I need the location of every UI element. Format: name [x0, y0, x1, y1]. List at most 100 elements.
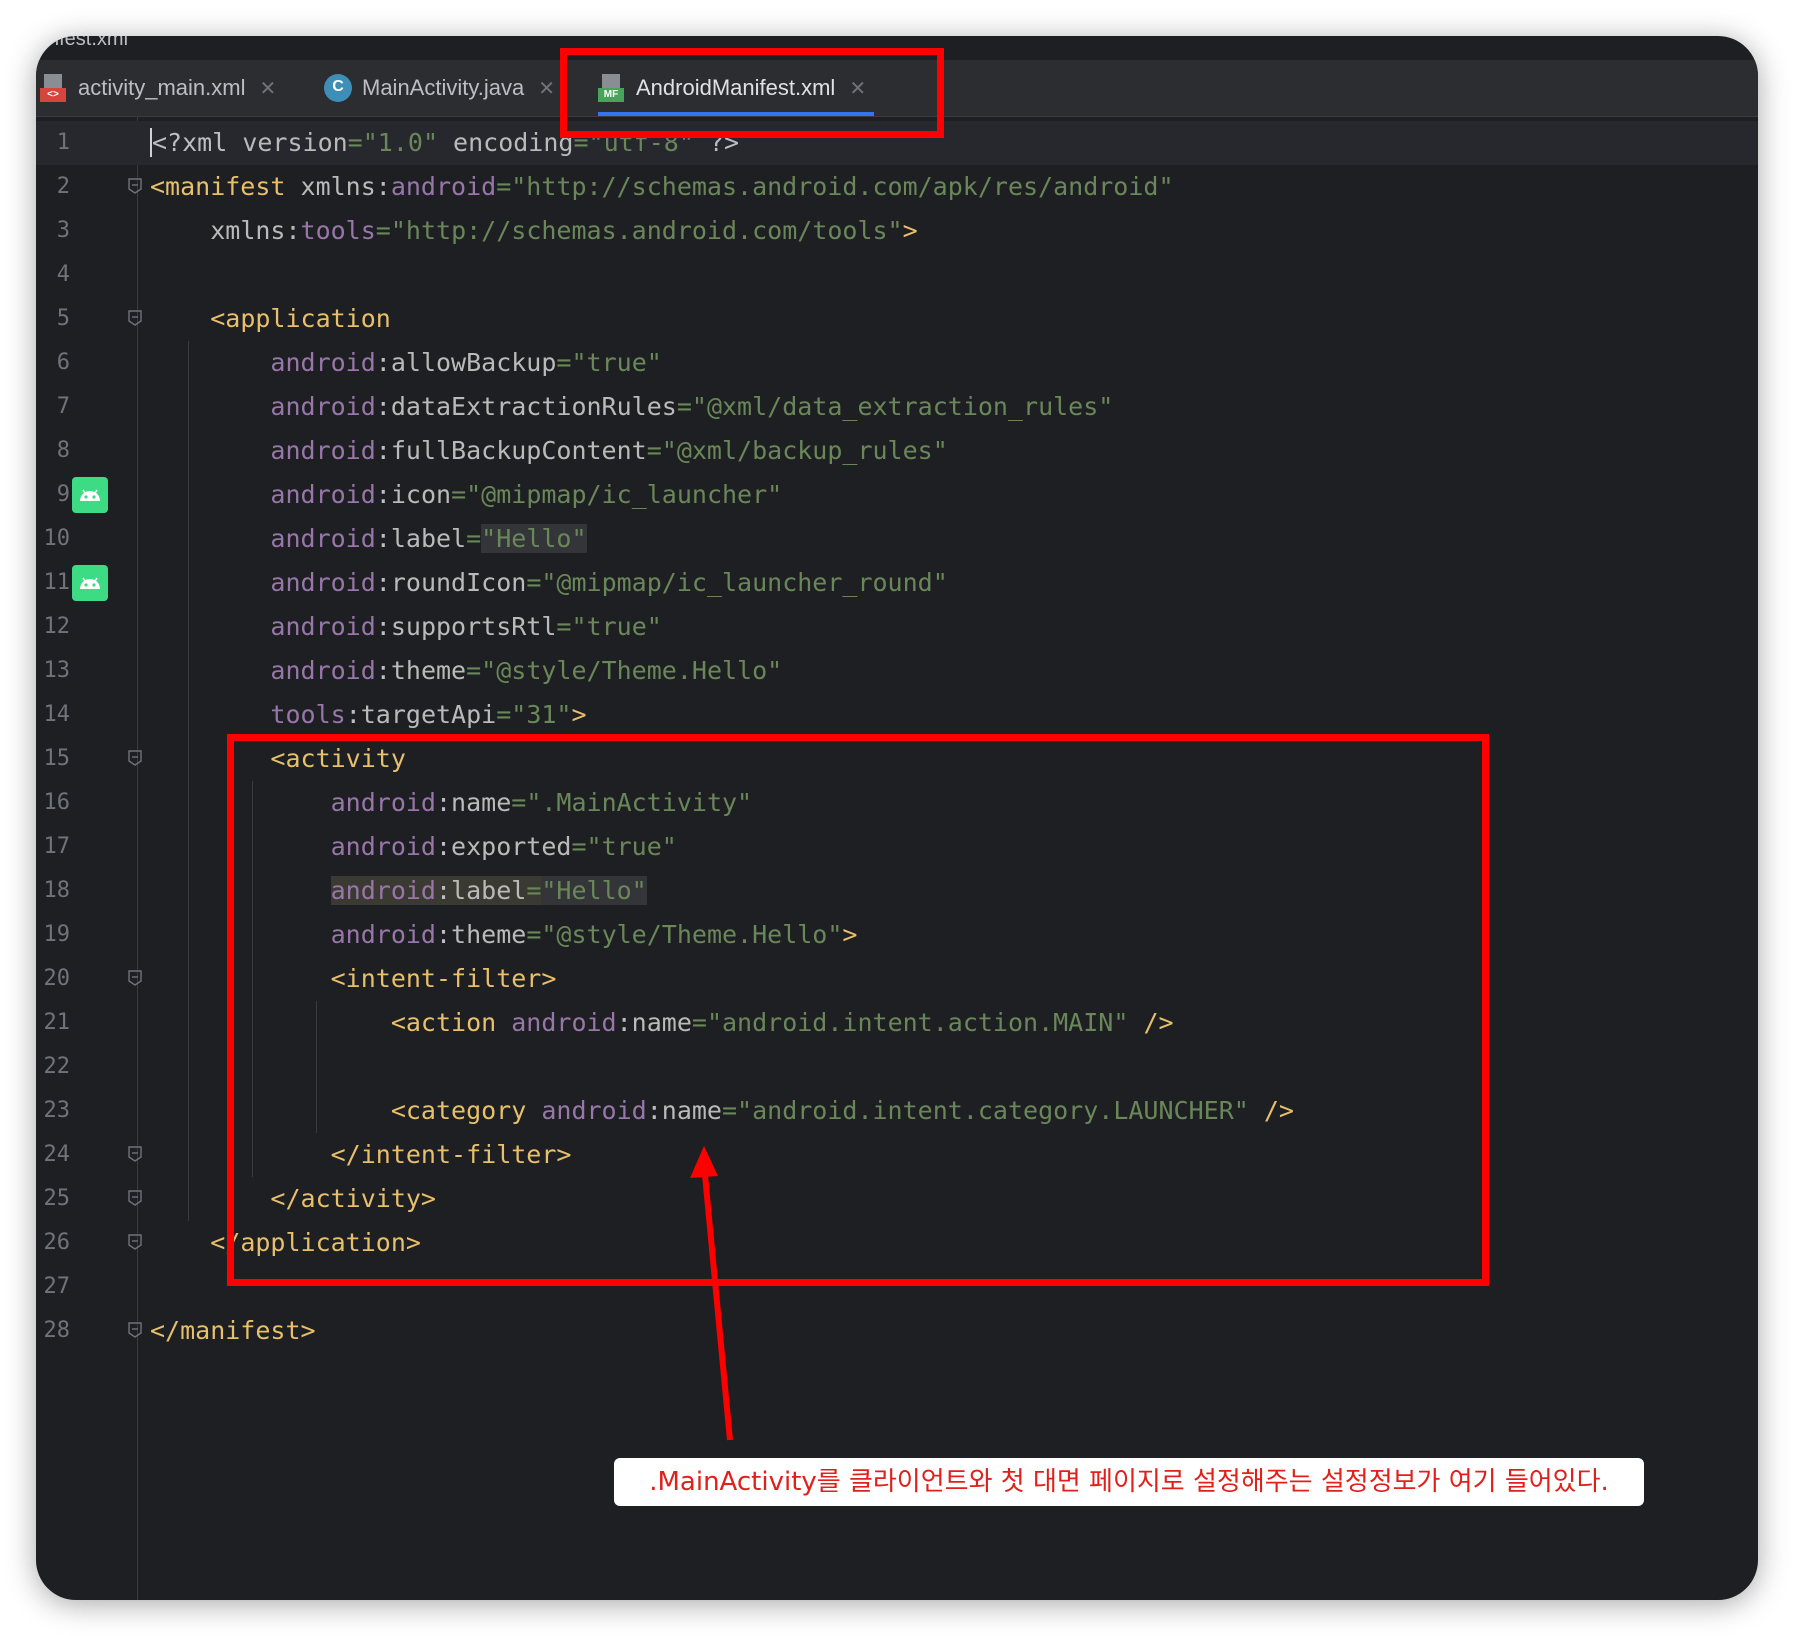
code-line[interactable]: 3 xmlns:tools="http://schemas.android.co…	[36, 209, 1758, 253]
code-line[interactable]: 11 android:roundIcon="@mipmap/ic_launche…	[36, 561, 1758, 605]
code-token: =	[646, 436, 662, 465]
code-token: allowBackup	[390, 348, 557, 377]
code-token: :	[435, 920, 452, 949]
fold-marker-icon[interactable]	[128, 1190, 142, 1206]
code-line[interactable]: 9 android:icon="@mipmap/ic_launcher"	[36, 473, 1758, 517]
code-line[interactable]: 23 <category android:name="android.inten…	[36, 1089, 1758, 1133]
code-token: "utf-8"	[588, 128, 694, 157]
close-icon[interactable]: ✕	[259, 76, 276, 101]
code-line[interactable]: 17 android:exported="true"	[36, 825, 1758, 869]
android-icon[interactable]	[72, 565, 108, 601]
code-token: =	[691, 1008, 707, 1037]
code-token: =	[721, 1096, 738, 1125]
code-token: =	[556, 612, 572, 641]
code-line[interactable]: 24 </intent-filter>	[36, 1133, 1758, 1177]
line-number: 4	[56, 262, 70, 287]
code-text: <?xml version="1.0" encoding="utf-8" ?>	[150, 121, 739, 165]
code-text: android:name=".MainActivity"	[150, 781, 752, 825]
line-number: 3	[56, 218, 70, 243]
code-line[interactable]: 21 <action android:name="android.intent.…	[36, 1001, 1758, 1045]
xml-file-icon: <>	[40, 74, 68, 102]
code-token: "@mipmap/ic_launcher"	[466, 480, 783, 509]
code-line[interactable]: 2 <manifest xmlns:android="http://schemas…	[36, 165, 1758, 209]
code-line[interactable]: 28 </manifest>	[36, 1309, 1758, 1353]
code-line[interactable]: 8 android:fullBackupContent="@xml/backup…	[36, 429, 1758, 473]
code-line[interactable]: 18 android:label="Hello"	[36, 869, 1758, 913]
code-text: <application	[150, 297, 391, 341]
fold-marker-icon[interactable]	[128, 310, 142, 326]
code-line[interactable]: 19 android:theme="@style/Theme.Hello">	[36, 913, 1758, 957]
code-token: android	[270, 348, 376, 377]
line-number: 11	[43, 570, 71, 595]
code-line[interactable]: 7 android:dataExtractionRules="@xml/data…	[36, 385, 1758, 429]
android-icon[interactable]	[72, 477, 108, 513]
code-token: label	[451, 876, 527, 905]
code-line[interactable]: 1 <?xml version="1.0" encoding="utf-8" ?>	[36, 121, 1758, 165]
code-token: :	[375, 612, 391, 641]
tab-mainactivity-java[interactable]: C MainActivity.java ✕	[324, 60, 555, 116]
close-icon[interactable]: ✕	[849, 76, 866, 101]
close-icon[interactable]: ✕	[538, 76, 555, 101]
code-line[interactable]: 14 tools:targetApi="31">	[36, 693, 1758, 737]
code-token: =	[573, 128, 589, 157]
code-token: "@xml/backup_rules"	[661, 436, 948, 465]
code-line[interactable]: 4	[36, 253, 1758, 297]
code-line[interactable]: 20 <intent-filter>	[36, 957, 1758, 1001]
code-line[interactable]: 16 android:name=".MainActivity"	[36, 781, 1758, 825]
tab-androidmanifest-xml[interactable]: MF AndroidManifest.xml ✕	[598, 60, 875, 116]
code-line[interactable]: 13 android:theme="@style/Theme.Hello"	[36, 649, 1758, 693]
code-token: "Hello"	[541, 876, 647, 905]
code-line[interactable]: 25 </activity>	[36, 1177, 1758, 1221]
tab-activity-main-xml[interactable]: <> activity_main.xml ✕	[40, 60, 276, 116]
code-token: theme	[451, 920, 527, 949]
code-line[interactable]: 12 android:supportsRtl="true"	[36, 605, 1758, 649]
code-token: android	[270, 480, 376, 509]
code-text: </intent-filter>	[150, 1133, 572, 1177]
code-token: =	[496, 700, 512, 729]
code-token: =	[451, 480, 467, 509]
fold-marker-icon[interactable]	[128, 1234, 142, 1250]
code-line[interactable]: 5 <application	[36, 297, 1758, 341]
code-token: :	[375, 392, 391, 421]
fold-marker-icon[interactable]	[128, 178, 142, 194]
fold-marker-icon[interactable]	[128, 750, 142, 766]
code-token: "android.intent.category.LAUNCHER"	[737, 1096, 1249, 1125]
code-line[interactable]: 26 </application>	[36, 1221, 1758, 1265]
indent-guide	[188, 341, 189, 1221]
line-number: 17	[43, 834, 71, 859]
code-line[interactable]: 22	[36, 1045, 1758, 1089]
code-token: android	[330, 788, 436, 817]
indent-guide	[252, 781, 253, 1177]
editor-tab-bar: <> activity_main.xml ✕ C MainActivity.ja…	[36, 60, 1758, 117]
code-token: ".MainActivity"	[526, 788, 753, 817]
fold-marker-icon[interactable]	[128, 1146, 142, 1162]
code-line[interactable]: 15 <activity	[36, 737, 1758, 781]
code-line[interactable]: 6 android:allowBackup="true"	[36, 341, 1758, 385]
fold-marker-icon[interactable]	[128, 970, 142, 986]
line-number: 24	[43, 1142, 71, 1167]
line-number: 28	[43, 1318, 71, 1343]
fold-marker-icon[interactable]	[128, 1322, 142, 1338]
code-token: android	[270, 392, 376, 421]
code-token: "true"	[571, 612, 662, 641]
java-class-icon: C	[324, 74, 352, 102]
code-token: android	[390, 172, 497, 201]
code-token: "@style/Theme.Hello"	[481, 656, 783, 685]
code-token: android	[330, 832, 436, 861]
code-text: tools:targetApi="31">	[150, 693, 586, 737]
code-token: :	[375, 480, 391, 509]
code-text: android:exported="true"	[150, 825, 677, 869]
code-token: "1.0"	[362, 128, 438, 157]
code-line[interactable]: 27	[36, 1265, 1758, 1309]
code-editor[interactable]: 1 <?xml version="1.0" encoding="utf-8" ?>…	[36, 117, 1758, 1600]
code-text: android:theme="@style/Theme.Hello">	[150, 913, 858, 957]
code-token: "@xml/data_extraction_rules"	[691, 392, 1114, 421]
line-number: 14	[43, 702, 71, 727]
code-line[interactable]: 10 android:label="Hello"	[36, 517, 1758, 561]
code-token: =	[496, 172, 512, 201]
